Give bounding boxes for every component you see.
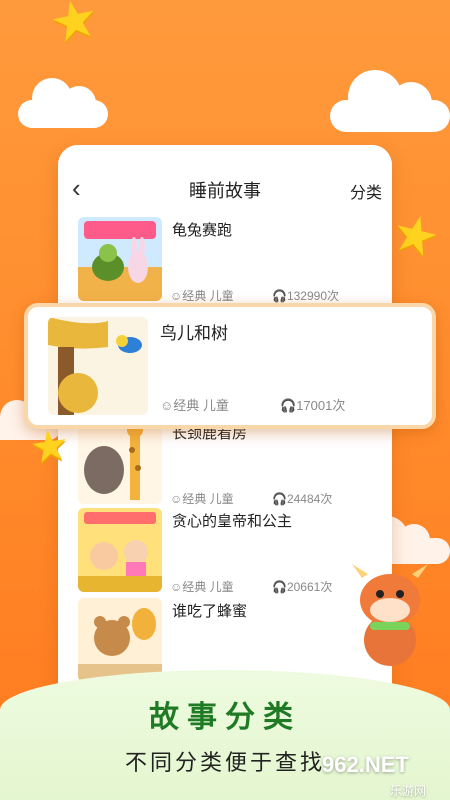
story-thumbnail [78,598,162,682]
star-icon: ★ [44,0,105,56]
category-button[interactable]: 分类 [350,179,382,203]
watermark-logo: 962.NET [322,752,409,777]
story-thumbnail [78,508,162,592]
smile-icon: ☺ [170,492,183,506]
star-icon: ★ [385,202,445,270]
smile-icon: ☺ [170,289,183,303]
headphones-icon: 🎧 [272,492,287,506]
story-tag: ☺经典 儿童 [170,580,234,594]
play-count: 🎧24484次 [272,492,333,506]
story-title: 鸟儿和树 [160,324,228,343]
headphones-icon: 🎧 [272,289,287,303]
page-title: 睡前故事 [189,181,261,201]
story-title: 龟兔赛跑 [172,222,233,239]
story-title: 谁吃了蜂蜜 [172,603,248,620]
headphones-icon: 🎧 [272,580,287,594]
play-count: 🎧20661次 [272,580,333,594]
smile-icon: ☺ [170,580,183,594]
list-item[interactable]: 龟兔赛跑 ☺经典 儿童 🎧132990次 [78,217,378,307]
smile-icon: ☺ [160,398,174,413]
star-icon: ★ [26,419,73,474]
story-title: 贪心的皇帝和公主 [172,513,293,530]
story-tag: ☺经典 儿童 [170,289,234,303]
story-tag: ☺经典 儿童 [160,398,229,413]
top-bar: ‹ 睡前故事 分类 [58,145,392,215]
cloud-decoration [18,78,108,128]
promo-heading: 故事分类 [149,701,301,734]
story-thumbnail [78,420,162,504]
play-count: 🎧17001次 [280,398,346,413]
play-count: 🎧132990次 [272,289,339,303]
headphones-icon: 🎧 [280,398,297,413]
list-item[interactable]: 长颈鹿看房 ☺经典 儿童 🎧24484次 [78,420,378,510]
featured-story-card[interactable]: 鸟儿和树 ☺经典 儿童 🎧17001次 [24,303,436,429]
story-tag: ☺经典 儿童 [170,492,234,506]
story-thumbnail [78,217,162,301]
cow-mascot-icon [344,560,436,670]
phone-screen: ‹ 睡前故事 分类 龟兔赛跑 ☺经典 儿童 🎧132990次 长颈鹿看房 ☺经典… [58,145,392,745]
watermark-text: 乐游网 [390,784,427,798]
cloud-decoration [330,70,450,132]
list-item[interactable]: 贪心的皇帝和公主 ☺经典 儿童 🎧20661次 [78,508,378,598]
story-thumbnail [48,317,148,415]
